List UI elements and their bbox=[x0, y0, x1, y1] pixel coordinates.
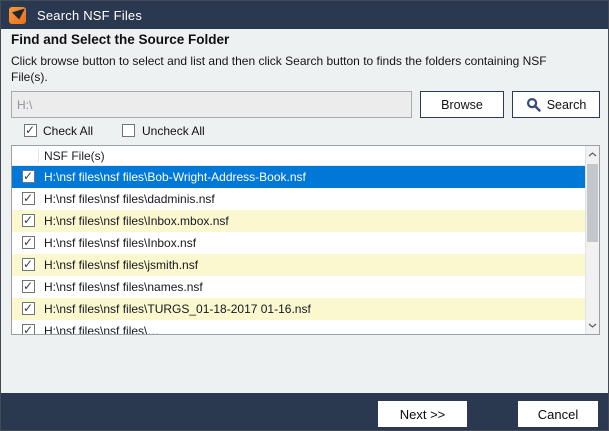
file-row-checkbox[interactable] bbox=[22, 214, 35, 227]
file-row-checkbox[interactable] bbox=[22, 170, 35, 183]
column-divider bbox=[38, 148, 39, 163]
file-row[interactable]: H:\nsf files\nsf files\dadminis.nsf bbox=[12, 188, 586, 210]
file-row-checkbox[interactable] bbox=[22, 258, 35, 271]
source-path-input[interactable] bbox=[11, 91, 412, 118]
scroll-down-button[interactable] bbox=[586, 318, 599, 333]
file-row-checkbox[interactable] bbox=[22, 236, 35, 249]
cancel-button[interactable]: Cancel bbox=[518, 401, 598, 427]
file-row[interactable]: H:\nsf files\nsf files\TURGS_01-18-2017 … bbox=[12, 298, 586, 320]
window-title: Search NSF Files bbox=[37, 8, 142, 23]
chevron-up-icon bbox=[588, 152, 597, 157]
file-row-checkbox[interactable] bbox=[22, 324, 35, 335]
file-row-checkbox[interactable] bbox=[22, 280, 35, 293]
file-path-text: H:\nsf files\nsf files\Inbox.nsf bbox=[44, 236, 196, 250]
vertical-scrollbar[interactable] bbox=[585, 146, 599, 334]
uncheck-all-label: Uncheck All bbox=[142, 124, 205, 138]
file-row[interactable]: H:\nsf files\nsf files\Inbox.nsf bbox=[12, 232, 586, 254]
search-icon bbox=[526, 97, 541, 112]
chevron-down-icon bbox=[588, 323, 597, 328]
uncheck-all-checkbox[interactable] bbox=[122, 124, 135, 137]
check-all-checkbox[interactable] bbox=[24, 124, 37, 137]
file-rows-container: H:\nsf files\nsf files\Bob-Wright-Addres… bbox=[12, 166, 599, 335]
file-path-text: H:\nsf files\nsf files\jsmith.nsf bbox=[44, 258, 198, 272]
file-path-text: H:\nsf files\nsf files\Inbox.mbox.nsf bbox=[44, 214, 229, 228]
check-controls-row: Check All Uncheck All bbox=[1, 123, 608, 141]
file-path-text: H:\nsf files\nsf files\Bob-Wright-Addres… bbox=[44, 170, 306, 184]
title-bar: Search NSF Files bbox=[1, 1, 608, 29]
file-path-text: H:\nsf files\nsf files\dadminis.nsf bbox=[44, 192, 215, 206]
scroll-up-button[interactable] bbox=[586, 147, 599, 162]
instructions-text: Click browse button to select and list a… bbox=[11, 53, 551, 85]
file-path-text: H:\nsf files\nsf files\names.nsf bbox=[44, 280, 203, 294]
search-button-label: Search bbox=[547, 98, 587, 112]
file-path-text: H:\nsf files\nsf files\TURGS_01-18-2017 … bbox=[44, 302, 311, 316]
file-row[interactable]: H:\nsf files\nsf files\Inbox.mbox.nsf bbox=[12, 210, 586, 232]
nsf-file-list: NSF File(s) H:\nsf files\nsf files\Bob-W… bbox=[11, 145, 600, 335]
column-header-nsf-files: NSF File(s) bbox=[44, 146, 105, 166]
search-nsf-files-dialog: Search NSF Files Find and Select the Sou… bbox=[0, 0, 609, 431]
browse-button-label: Browse bbox=[441, 98, 483, 112]
file-path-text: H:\nsf files\nsf files\… bbox=[44, 324, 159, 335]
list-header: NSF File(s) bbox=[12, 146, 599, 166]
file-row[interactable]: H:\nsf files\nsf files\jsmith.nsf bbox=[12, 254, 586, 276]
file-row[interactable]: H:\nsf files\nsf files\… bbox=[12, 320, 586, 335]
search-button[interactable]: Search bbox=[512, 91, 600, 118]
browse-button[interactable]: Browse bbox=[420, 91, 504, 118]
file-row-checkbox[interactable] bbox=[22, 192, 35, 205]
bottom-action-bar: Next >> Cancel bbox=[1, 393, 608, 431]
scrollbar-thumb[interactable] bbox=[587, 164, 598, 242]
file-row[interactable]: H:\nsf files\nsf files\Bob-Wright-Addres… bbox=[12, 166, 586, 188]
next-button[interactable]: Next >> bbox=[378, 401, 467, 427]
app-logo-icon bbox=[9, 7, 26, 24]
file-row-checkbox[interactable] bbox=[22, 302, 35, 315]
page-title: Find and Select the Source Folder bbox=[11, 32, 229, 47]
file-row[interactable]: H:\nsf files\nsf files\names.nsf bbox=[12, 276, 586, 298]
check-all-label: Check All bbox=[43, 124, 93, 138]
